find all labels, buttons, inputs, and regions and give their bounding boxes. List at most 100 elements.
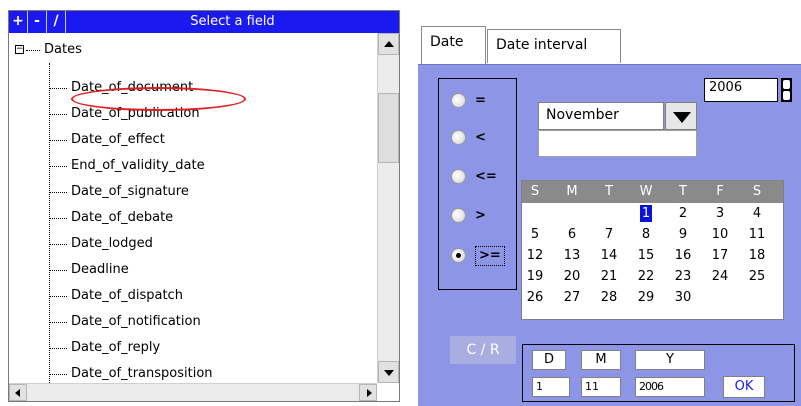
calendar-day[interactable]: 26 [524,289,546,306]
calendar-day[interactable]: 15 [635,247,657,264]
tree-item-label: Date_of_transposition [71,366,213,381]
tree-connector [49,140,67,141]
calendar-day[interactable]: 19 [524,268,546,285]
radio-button[interactable] [451,93,466,108]
day-button[interactable]: D [532,350,566,370]
calendar-day[interactable]: 18 [746,247,768,264]
calendar-day[interactable]: 2 [672,205,694,222]
day-header: S [530,184,540,199]
ok-button[interactable]: OK [723,376,765,398]
calendar-day[interactable]: 20 [561,268,583,285]
tree-connector [49,322,67,323]
day-header: M [566,184,578,199]
calendar-day[interactable]: 25 [746,268,768,285]
scroll-left-button[interactable] [9,384,27,401]
tree-connector [49,192,67,193]
tab-date[interactable]: Date [421,26,486,66]
calendar-day[interactable]: 9 [672,226,694,243]
radio-button[interactable] [451,130,466,145]
calendar-day[interactable]: 21 [598,268,620,285]
year-button[interactable]: Y [635,350,705,370]
radio-button[interactable] [451,208,466,223]
calendar-day[interactable]: 3 [709,205,731,222]
arrow-right-icon [367,389,372,397]
calendar-day[interactable]: 30 [672,289,694,306]
calendar-day[interactable]: 17 [709,247,731,264]
collapse-button[interactable]: - [28,11,47,33]
tree-connector [49,244,67,245]
calendar: SMTWTFS 1 2 3 4 5 6 7 8 9 10 11 12 13 14 15 16 17 18 19 20 2… [521,180,784,320]
tree-connector [49,88,67,89]
expand-button[interactable]: + [9,11,28,33]
vertical-scrollbar[interactable] [377,33,399,383]
field-selector-toolbar: + - / Select a field [9,11,399,33]
month-dropdown-button[interactable] [665,102,697,130]
tab-date-interval[interactable]: Date interval [487,29,621,63]
chevron-down-icon [673,112,691,123]
radio-dot-icon [456,253,461,258]
collapse-node-icon[interactable]: − [15,45,24,54]
month-list[interactable] [538,130,697,157]
spin-down-icon[interactable] [783,91,790,100]
slash-button[interactable]: / [47,11,66,33]
calendar-day[interactable]: 27 [561,289,583,306]
radio-button[interactable] [451,169,466,184]
calendar-day[interactable]: 24 [709,268,731,285]
tree-item-label: Date_of_reply [71,340,161,355]
calendar-day[interactable]: 10 [709,226,731,243]
tree-connector [49,348,67,349]
scroll-down-button[interactable] [378,361,399,383]
calendar-day[interactable]: 11 [746,226,768,243]
calendar-day[interactable]: 12 [524,247,546,264]
tree-connector [49,166,67,167]
calendar-day[interactable]: 13 [561,247,583,264]
calendar-day[interactable]: 6 [561,226,583,243]
year-spinner[interactable] [781,78,792,102]
highlight-ellipse [71,87,246,111]
calendar-day[interactable]: 29 [635,289,657,306]
tree-item-label: Date_of_notification [71,314,201,329]
calendar-day[interactable]: 1 [640,205,652,222]
toolbar-title: Select a field [190,14,275,29]
tree-connector [49,270,67,271]
tree-connector [26,50,40,51]
day-header: W [639,184,653,199]
operator-label: <= [475,169,497,184]
day-header: S [752,184,762,199]
horizontal-scrollbar[interactable] [9,383,377,401]
calendar-day[interactable]: 28 [598,289,620,306]
calendar-day[interactable]: 14 [598,247,620,264]
cr-button[interactable]: C / R [450,336,516,364]
operator-label: < [475,130,486,145]
scroll-up-button[interactable] [378,33,399,55]
tree-item-label: Date_lodged [71,236,153,251]
calendar-day[interactable]: 7 [598,226,620,243]
tree-item-label: End_of_validity_date [71,158,205,173]
calendar-day[interactable]: 5 [524,226,546,243]
tree-node-label: Dates [44,42,82,57]
calendar-day[interactable]: 4 [746,205,768,222]
day-input[interactable]: 1 [532,377,570,397]
month-button[interactable]: M [581,350,621,370]
operator-label: >= [475,246,505,266]
month-select[interactable]: November [538,102,664,130]
year-field[interactable]: 2006 [704,78,778,102]
calendar-day[interactable]: 22 [635,268,657,285]
arrow-left-icon [15,389,20,397]
scroll-thumb[interactable] [378,93,399,163]
year-input[interactable]: 2006 [635,377,705,397]
tree-item-label: Date_of_signature [71,184,189,199]
calendar-day[interactable]: 23 [672,268,694,285]
day-header: T [605,184,613,199]
calendar-day[interactable]: 8 [635,226,657,243]
month-input[interactable]: 11 [581,377,621,397]
scroll-right-button[interactable] [359,384,377,401]
calendar-day[interactable]: 16 [672,247,694,264]
tree-connector [49,374,67,375]
tree-connector [49,114,67,115]
spin-up-icon[interactable] [783,80,790,89]
tree-connector [49,63,50,383]
tree-item-label: Date_of_dispatch [71,288,183,303]
radio-button[interactable] [451,248,466,263]
tree-item-label: Date_of_debate [71,210,174,225]
